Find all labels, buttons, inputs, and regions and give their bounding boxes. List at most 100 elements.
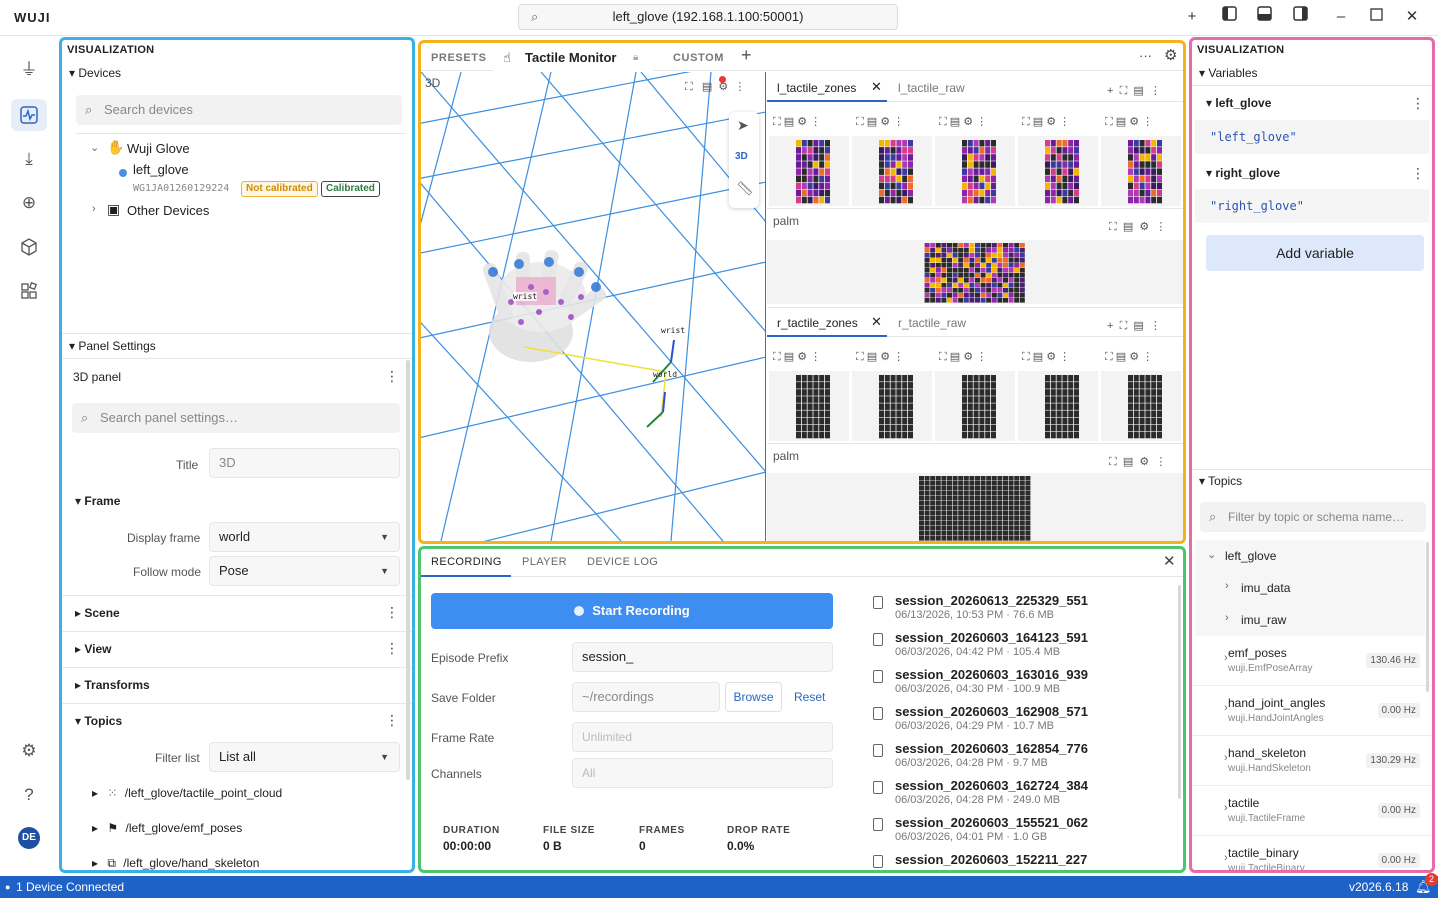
tab-l-tactile-zones[interactable]: l_tactile_zones ✕ xyxy=(767,72,887,102)
recording-file-item[interactable]: session_20260603_152211_227 xyxy=(873,852,1163,870)
settings-gear-icon[interactable]: ⚙ xyxy=(1046,116,1056,128)
table-icon[interactable]: ▤ xyxy=(867,116,877,128)
fullscreen-icon[interactable]: ⛶ xyxy=(1109,456,1117,468)
toggle-left-sidebar-icon[interactable] xyxy=(1217,6,1241,30)
device-group-other[interactable]: › ▣ Other Devices xyxy=(90,201,390,221)
add-tab-icon[interactable]: + xyxy=(741,45,752,66)
add-icon[interactable]: + xyxy=(1107,320,1113,332)
search-devices-input[interactable]: ⌕ Search devices xyxy=(76,95,402,125)
kebab-icon[interactable]: ⋮ xyxy=(1155,456,1166,468)
close-window-icon[interactable]: ✕ xyxy=(1400,6,1424,30)
table-icon[interactable]: ▤ xyxy=(784,116,794,128)
settings-gear-icon[interactable]: ⚙ xyxy=(1046,351,1056,363)
transforms-section-toggle[interactable]: ▸ Transforms xyxy=(75,678,150,692)
tab-l-tactile-raw[interactable]: l_tactile_raw xyxy=(898,81,965,95)
kebab-icon[interactable]: ⋮ xyxy=(893,351,904,363)
activity-icon[interactable] xyxy=(11,99,47,131)
fullscreen-icon[interactable]: ⛶ xyxy=(773,116,781,128)
topic-item[interactable]: › tactile wuji.TactileFrame 0.00 Hz xyxy=(1192,788,1432,836)
settings-gear-icon[interactable]: ⚙ xyxy=(1129,351,1139,363)
topic-item[interactable]: › hand_joint_angles wuji.HandJointAngles 0.… xyxy=(1192,688,1432,736)
table-icon[interactable]: ▤ xyxy=(1116,351,1126,363)
table-icon[interactable]: ▤ xyxy=(1133,320,1143,332)
kebab-icon[interactable]: ⋮ xyxy=(976,351,987,363)
kebab-icon[interactable]: ⋮ xyxy=(893,116,904,128)
kebab-icon[interactable]: ⋮ xyxy=(810,116,821,128)
tab-presets[interactable]: PRESETS xyxy=(431,52,487,64)
filter-list-select[interactable]: List all ▼ xyxy=(209,742,400,772)
layout-settings-gear-icon[interactable]: ⚙ xyxy=(1164,46,1177,64)
recording-file-item[interactable]: session_20260603_164123_591 06/03/2026, 0… xyxy=(873,630,1163,662)
minimize-icon[interactable]: – xyxy=(1329,6,1353,30)
download-icon[interactable]: ⤓ xyxy=(11,143,47,175)
fullscreen-icon[interactable]: ⛶ xyxy=(773,351,781,363)
fullscreen-icon[interactable]: ⛶ xyxy=(1105,351,1113,363)
3d-viewport[interactable]: 3D wrist wrist world ⛶ ▤ ⚙ ⋮ ➤ 3D 📏︎ xyxy=(421,72,766,541)
settings-gear-icon[interactable]: ⚙ xyxy=(11,735,47,767)
kebab-icon[interactable]: ⋮ xyxy=(1059,351,1070,363)
settings-gear-icon[interactable]: ⚙ xyxy=(797,351,807,363)
kebab-icon[interactable]: ⋮ xyxy=(1150,85,1161,97)
connection-status[interactable]: 1 Device Connected xyxy=(16,876,124,898)
topics-section-toggle[interactable]: ▾ Topics xyxy=(75,714,122,728)
table-icon[interactable]: ▤ xyxy=(1033,116,1043,128)
table-icon[interactable]: ▤ xyxy=(1116,116,1126,128)
follow-mode-select[interactable]: Pose ▼ xyxy=(209,556,400,586)
settings-gear-icon[interactable]: ⚙ xyxy=(1139,221,1149,233)
settings-gear-icon[interactable]: ⚙ xyxy=(1139,456,1149,468)
scrollbar[interactable] xyxy=(406,360,410,780)
topic-item[interactable]: › emf_poses wuji.EmfPoseArray 130.46 Hz xyxy=(1192,638,1432,686)
table-icon[interactable]: ▤ xyxy=(950,351,960,363)
topic-item[interactable]: › hand_skeleton wuji.HandSkeleton 130.29 Hz xyxy=(1192,738,1432,786)
maximize-icon[interactable] xyxy=(1364,6,1388,30)
tab-custom[interactable]: CUSTOM xyxy=(673,52,724,64)
table-icon[interactable]: ▤ xyxy=(950,116,960,128)
fullscreen-icon[interactable]: ⛶ xyxy=(856,351,864,363)
add-icon[interactable]: + xyxy=(1180,6,1204,30)
panel-settings-toggle[interactable]: ▾ Panel Settings xyxy=(69,339,156,353)
connection-search-bar[interactable]: ⌕ left_glove (192.168.1.100:50001) xyxy=(518,4,898,30)
topic-item[interactable]: › tactile_binary wuji.TactileBinary 0.00 Hz xyxy=(1192,838,1432,870)
kebab-icon[interactable]: ⋮ xyxy=(734,81,745,93)
scene-section-toggle[interactable]: ▸ Scene xyxy=(75,606,120,620)
table-icon[interactable]: ▤ xyxy=(867,351,877,363)
3d-mode-toggle[interactable]: 3D xyxy=(735,151,748,162)
kebab-icon[interactable]: ⋮ xyxy=(1142,116,1153,128)
settings-gear-icon[interactable]: ⚙ xyxy=(1129,116,1139,128)
kebab-icon[interactable]: ⋮ xyxy=(810,351,821,363)
tab-r-tactile-raw[interactable]: r_tactile_raw xyxy=(898,316,966,330)
fullscreen-icon[interactable]: ⛶ xyxy=(1022,116,1030,128)
settings-gear-icon[interactable]: ⚙ xyxy=(880,351,890,363)
topics-menu-icon[interactable]: ⋮ xyxy=(385,712,399,729)
title-input[interactable]: 3D xyxy=(209,448,400,478)
kebab-icon[interactable]: ⋮ xyxy=(1150,320,1161,332)
topic-item[interactable]: ▸ ⧉ /left_glove/hand_skeleton xyxy=(92,856,259,870)
kebab-icon[interactable]: ⋮ xyxy=(1142,351,1153,363)
fullscreen-icon[interactable]: ⛶ xyxy=(1120,85,1128,97)
fullscreen-icon[interactable]: ⛶ xyxy=(1105,116,1113,128)
ruler-icon[interactable]: 📏︎ xyxy=(736,180,754,197)
table-icon[interactable]: ▤ xyxy=(1123,221,1133,233)
table-icon[interactable]: ▤ xyxy=(1123,456,1133,468)
devices-section-toggle[interactable]: ▾ Devices xyxy=(69,66,121,80)
fullscreen-icon[interactable]: ⛶ xyxy=(1022,351,1030,363)
recording-file-item[interactable]: session_20260603_162854_776 06/03/2026, 0… xyxy=(873,741,1163,773)
settings-gear-icon[interactable]: ⚙ xyxy=(963,116,973,128)
fullscreen-icon[interactable]: ⛶ xyxy=(685,81,693,93)
scrollbar[interactable] xyxy=(1426,542,1429,692)
toggle-right-sidebar-icon[interactable] xyxy=(1288,6,1312,30)
avatar[interactable]: DE xyxy=(18,827,40,849)
device-group-wuji-glove[interactable]: ⌄ ✋ Wuji Glove xyxy=(90,139,390,159)
fullscreen-icon[interactable]: ⛶ xyxy=(939,116,947,128)
table-icon[interactable]: ▤ xyxy=(1033,351,1043,363)
topic-item[interactable]: ▸ ⚑ /left_glove/emf_poses xyxy=(92,821,242,835)
fullscreen-icon[interactable]: ⛶ xyxy=(1109,221,1117,233)
device-name[interactable]: left_glove xyxy=(133,162,189,177)
panel-menu-icon[interactable]: ⋮ xyxy=(385,368,399,385)
settings-gear-icon[interactable]: ⚙ xyxy=(880,116,890,128)
fullscreen-icon[interactable]: ⛶ xyxy=(939,351,947,363)
settings-gear-icon[interactable]: ⚙ xyxy=(963,351,973,363)
plug-icon[interactable]: ⏚ xyxy=(11,54,47,86)
settings-gear-icon[interactable]: ⚙ xyxy=(797,116,807,128)
tab-r-tactile-zones[interactable]: r_tactile_zones ✕ xyxy=(767,307,887,337)
